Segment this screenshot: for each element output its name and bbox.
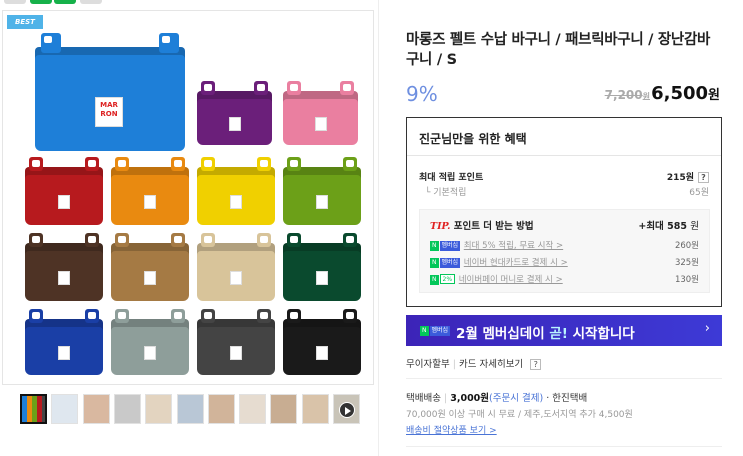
tip-line[interactable]: N 2% 네이버페이 머니로 결제 시 > 130원 — [430, 273, 699, 287]
naver-n-icon: N — [430, 241, 439, 251]
basic-points-label: └ 기본적립 — [425, 188, 467, 198]
top-color-swatches — [0, 0, 120, 4]
thumbnail-strip — [20, 394, 365, 430]
tip-badge: 멤버십 — [439, 258, 461, 268]
felt-basket — [111, 157, 189, 225]
tip-text: 네이버 현대카드로 결제 시 > — [463, 258, 568, 268]
thumbnail[interactable] — [207, 394, 235, 424]
thumbnail[interactable] — [239, 394, 267, 424]
felt-basket — [197, 309, 275, 375]
shipping-fee: 3,000원 — [450, 393, 490, 404]
sale-price: 6,500원 — [651, 83, 720, 104]
swatch[interactable] — [4, 0, 26, 4]
divider — [406, 446, 722, 447]
tip-line[interactable]: N 멤버십 최대 5% 적립, 무료 시작 > 260원 — [430, 239, 699, 253]
tip-max-points: +최대 585 원 — [638, 221, 699, 232]
thumbnail[interactable] — [301, 394, 329, 424]
free-shipping-note: 70,000원 이상 구매 시 무료 / 제주,도서지역 추가 4,500원 — [406, 410, 633, 420]
product-title: 마롱즈 펠트 수납 바구니 / 패브릭바구니 / 장난감바구니 / S — [406, 32, 711, 68]
thumbnail[interactable] — [270, 394, 298, 424]
tip-text: 네이버페이 머니로 결제 시 > — [458, 275, 563, 285]
best-badge: BEST — [7, 15, 43, 29]
divider — [378, 0, 379, 456]
swatch[interactable] — [80, 0, 102, 4]
benefit-box: 진군님만을 위한 혜택 최대 적립 포인트 215원? └ 기본적립 65원 T… — [406, 117, 722, 307]
video-thumbnail[interactable] — [333, 394, 360, 424]
tip-box: TIP. 포인트 더 받는 방법 +최대 585 원 N 멤버십 최대 5% 적립… — [419, 209, 710, 293]
chevron-right-icon: › — [704, 321, 710, 336]
tip-line[interactable]: N 멤버십 네이버 현대카드로 결제 시 > 325원 — [430, 256, 699, 270]
felt-basket — [197, 157, 275, 225]
felt-basket — [25, 157, 103, 225]
swatch[interactable] — [54, 0, 76, 4]
carrier: · 한진택배 — [546, 393, 588, 404]
felt-basket — [111, 233, 189, 301]
thumbnail[interactable] — [113, 394, 141, 424]
play-icon — [339, 402, 355, 418]
felt-basket — [25, 309, 103, 375]
felt-basket — [283, 233, 361, 301]
tip-amount: 325원 — [674, 258, 699, 268]
swatch[interactable] — [30, 0, 52, 4]
felt-basket — [111, 309, 189, 375]
tip-badge: 멤버십 — [439, 241, 461, 251]
discount-rate: 9% — [406, 82, 438, 106]
thumbnail[interactable] — [176, 394, 204, 424]
naver-n-icon: N — [430, 258, 439, 268]
card-detail-link[interactable]: 카드 자세히보기 — [459, 359, 523, 370]
tip-badge: 2% — [439, 274, 456, 284]
product-info: 마롱즈 펠트 수납 바구니 / 패브릭바구니 / 장난감바구니 / S 9% 7… — [406, 30, 722, 110]
product-gallery: BEST MAR RON — [0, 8, 378, 456]
felt-basket — [283, 309, 361, 375]
felt-basket — [283, 157, 361, 225]
felt-basket — [25, 233, 103, 301]
thumbnail[interactable] — [20, 394, 47, 424]
naver-n-icon: N — [430, 275, 439, 285]
installment-label: 무이자할부 — [406, 359, 450, 370]
banner-text: 2월 멤버십데이 곧! 시작합니다 — [456, 326, 635, 342]
membership-badge: N 멤버십 — [420, 326, 451, 336]
thumbnail[interactable] — [51, 394, 79, 424]
basic-points-row: └ 기본적립 65원 — [419, 185, 709, 198]
thumbnail[interactable] — [145, 394, 173, 424]
shipping-saving-link[interactable]: 배송비 절약상품 보기 > — [406, 423, 497, 436]
divider — [406, 378, 722, 379]
help-icon[interactable]: ? — [698, 172, 709, 183]
help-icon[interactable]: ? — [530, 359, 542, 370]
felt-basket — [197, 233, 275, 301]
original-price: 7,200원 — [604, 88, 650, 102]
max-points-row: 최대 적립 포인트 215원? — [419, 170, 709, 183]
felt-basket — [197, 81, 272, 145]
thumbnail[interactable] — [82, 394, 110, 424]
felt-basket: MAR RON — [35, 33, 185, 151]
shipping-row: 택배배송 | 3,000원(주문시 결제) · 한진택배 — [406, 393, 588, 404]
tip-title: TIP. 포인트 더 받는 방법 — [430, 221, 534, 232]
tip-text: 최대 5% 적립, 무료 시작 > — [463, 241, 564, 251]
basic-points-value: 65원 — [689, 188, 709, 198]
tip-amount: 260원 — [674, 241, 699, 251]
tip-amount: 130원 — [674, 275, 699, 285]
main-product-image[interactable]: BEST MAR RON — [2, 10, 374, 385]
price-row: 9% 7,200원 6,500원 — [406, 80, 722, 110]
brand-tag: MAR RON — [95, 97, 123, 127]
membership-day-banner[interactable]: N 멤버십 2월 멤버십데이 곧! 시작합니다 › — [406, 315, 722, 346]
installment-row: 무이자할부 | 카드 자세히보기 ? — [406, 356, 542, 370]
felt-basket — [283, 81, 358, 145]
benefit-header: 진군님만을 위한 혜택 — [407, 118, 721, 156]
max-points-value: 215원 — [666, 173, 694, 183]
